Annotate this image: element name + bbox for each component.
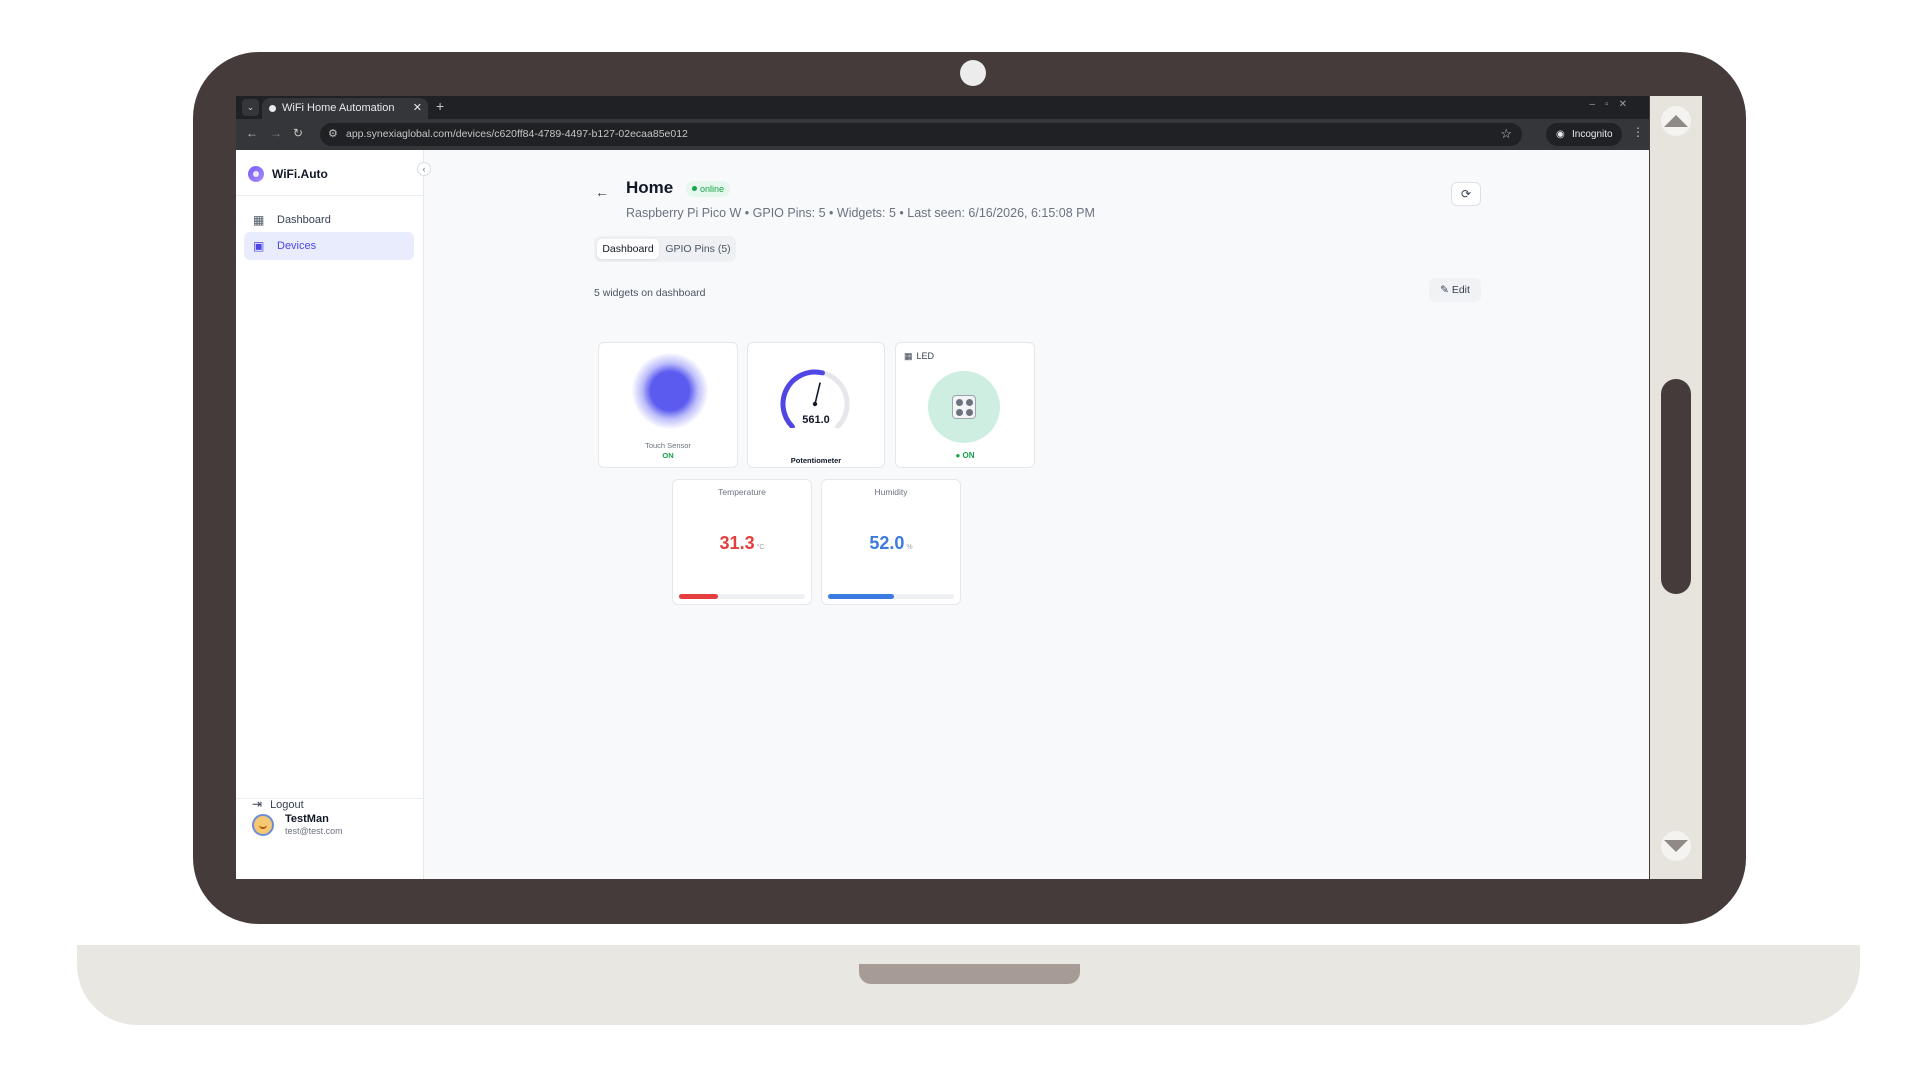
gauge-needle (814, 382, 821, 405)
humidity-unit: % (906, 544, 913, 551)
led-toggle-button[interactable] (928, 371, 1000, 443)
temperature-bar (679, 594, 805, 599)
browser-tab[interactable]: WiFi Home Automation ✕ (262, 98, 428, 119)
sidebar-item-dashboard[interactable]: ▦ Dashboard (244, 206, 414, 234)
led-state: ● ON (955, 451, 975, 460)
status-dot-icon (692, 186, 697, 191)
incognito-icon: ◉ (1556, 129, 1565, 140)
status-badge: online (686, 181, 731, 197)
incognito-label: Incognito (1572, 129, 1613, 140)
potentiometer-widget[interactable]: 561.0 Potentiometer (747, 342, 885, 468)
grid-icon: ▦ (253, 213, 265, 227)
temperature-reading: 31.3 °C (673, 533, 811, 554)
browser-toolbar: ← → ↻ ⚙ app.synexiaglobal.com/devices/c6… (236, 119, 1649, 150)
chip-icon (952, 395, 976, 419)
logout-button[interactable]: ⇥ Logout (252, 797, 304, 811)
cpu-icon: ▣ (253, 239, 265, 253)
site-info-icon[interactable]: ⚙ (328, 127, 338, 140)
address-bar[interactable]: ⚙ app.synexiaglobal.com/devices/c620ff84… (320, 123, 1522, 146)
incognito-badge[interactable]: ◉ Incognito (1546, 123, 1622, 146)
humidity-bar-fill (828, 594, 894, 599)
window-controls[interactable]: –▫✕ (1590, 99, 1638, 110)
touch-sensor-label: Touch Sensor (645, 441, 691, 450)
tab-list: Dashboard GPIO Pins (5) (594, 236, 736, 262)
new-tab-icon[interactable]: + (436, 98, 444, 114)
tab-search-icon[interactable]: ⌄ (242, 99, 259, 116)
screen: ⌄ WiFi Home Automation ✕ + –▫✕ ← → ↻ ⚙ a… (236, 96, 1649, 879)
status-text: online (700, 184, 725, 194)
tab-close-icon[interactable]: ✕ (413, 101, 422, 114)
brand[interactable]: WiFi.Auto (236, 150, 424, 196)
browser-tab-strip: ⌄ WiFi Home Automation ✕ + –▫✕ (236, 96, 1649, 119)
collapse-sidebar-icon[interactable]: ‹ (417, 162, 431, 176)
tab-favicon-icon (269, 105, 276, 112)
logo-icon (248, 166, 264, 182)
scroll-up-icon[interactable] (1661, 106, 1691, 136)
sidebar-item-devices[interactable]: ▣ Devices (244, 232, 414, 260)
laptop-base (77, 945, 1860, 1025)
device-subtitle: Raspberry Pi Pico W • GPIO Pins: 5 • Wid… (626, 206, 1095, 220)
humidity-bar (828, 594, 954, 599)
back-button[interactable]: ← (595, 184, 609, 200)
forward-arrow-icon[interactable]: → (270, 126, 282, 140)
sidebar: WiFi.Auto ▦ Dashboard ▣ Devices TestMan … (236, 150, 424, 879)
user-email: test@test.com (285, 826, 343, 836)
sidebar-item-label: Devices (277, 240, 317, 252)
touch-sensor-widget[interactable]: Touch Sensor ON (598, 342, 738, 468)
url-text[interactable]: app.synexiaglobal.com/devices/c620ff84-4… (346, 128, 688, 140)
potentiometer-value: 561.0 (802, 414, 830, 426)
temperature-bar-fill (679, 594, 719, 599)
user-name: TestMan (285, 813, 329, 825)
back-arrow-icon[interactable]: ← (246, 126, 258, 140)
led-label: LED (916, 351, 935, 361)
scrollbar[interactable] (1650, 96, 1702, 879)
avatar (252, 814, 274, 836)
scroll-down-icon[interactable] (1661, 831, 1691, 861)
edit-label: Edit (1451, 284, 1470, 296)
brand-name: WiFi.Auto (272, 167, 328, 181)
laptop-frame: ⌄ WiFi Home Automation ✕ + –▫✕ ← → ↻ ⚙ a… (0, 0, 1920, 1080)
tab-gpio-pins[interactable]: GPIO Pins (5) (662, 239, 734, 259)
logout-icon: ⇥ (252, 797, 263, 811)
scroll-thumb[interactable] (1661, 379, 1691, 594)
edit-button[interactable]: ✎ Edit (1429, 278, 1481, 302)
sidebar-item-label: Dashboard (277, 214, 331, 226)
led-header: ▦ LED (904, 351, 934, 362)
temperature-widget[interactable]: Temperature 31.3 °C (672, 479, 812, 605)
logout-label: Logout (270, 799, 304, 811)
refresh-button[interactable]: ⟳ (1451, 182, 1481, 206)
pencil-icon: ✎ (1440, 284, 1452, 296)
webcam (960, 60, 986, 86)
refresh-icon: ⟳ (1460, 187, 1472, 201)
browser-menu-icon[interactable]: ⋮ (1632, 125, 1644, 139)
tab-title: WiFi Home Automation (282, 102, 395, 114)
led-widget[interactable]: ▦ LED ● ON (895, 342, 1035, 468)
bookmark-star-icon[interactable]: ☆ (1500, 126, 1512, 142)
humidity-value: 52.0 (869, 533, 905, 553)
gauge-hub (812, 401, 818, 407)
widget-count: 5 widgets on dashboard (594, 287, 706, 299)
temperature-label: Temperature (718, 487, 766, 497)
humidity-label: Humidity (874, 487, 908, 497)
humidity-widget[interactable]: Humidity 52.0% (821, 479, 961, 605)
grid-icon: ▦ (904, 351, 913, 361)
temperature-value: 31.3 (719, 533, 755, 553)
tab-dashboard[interactable]: Dashboard (597, 239, 659, 259)
laptop-notch (859, 964, 1080, 984)
page-title: Home (626, 178, 674, 197)
temperature-unit: °C (756, 544, 765, 551)
reload-icon[interactable]: ↻ (293, 126, 303, 140)
humidity-reading: 52.0% (822, 533, 960, 554)
touch-indicator (632, 353, 708, 429)
potentiometer-label: Potentiometer (790, 456, 842, 465)
touch-sensor-state: ON (662, 451, 674, 460)
